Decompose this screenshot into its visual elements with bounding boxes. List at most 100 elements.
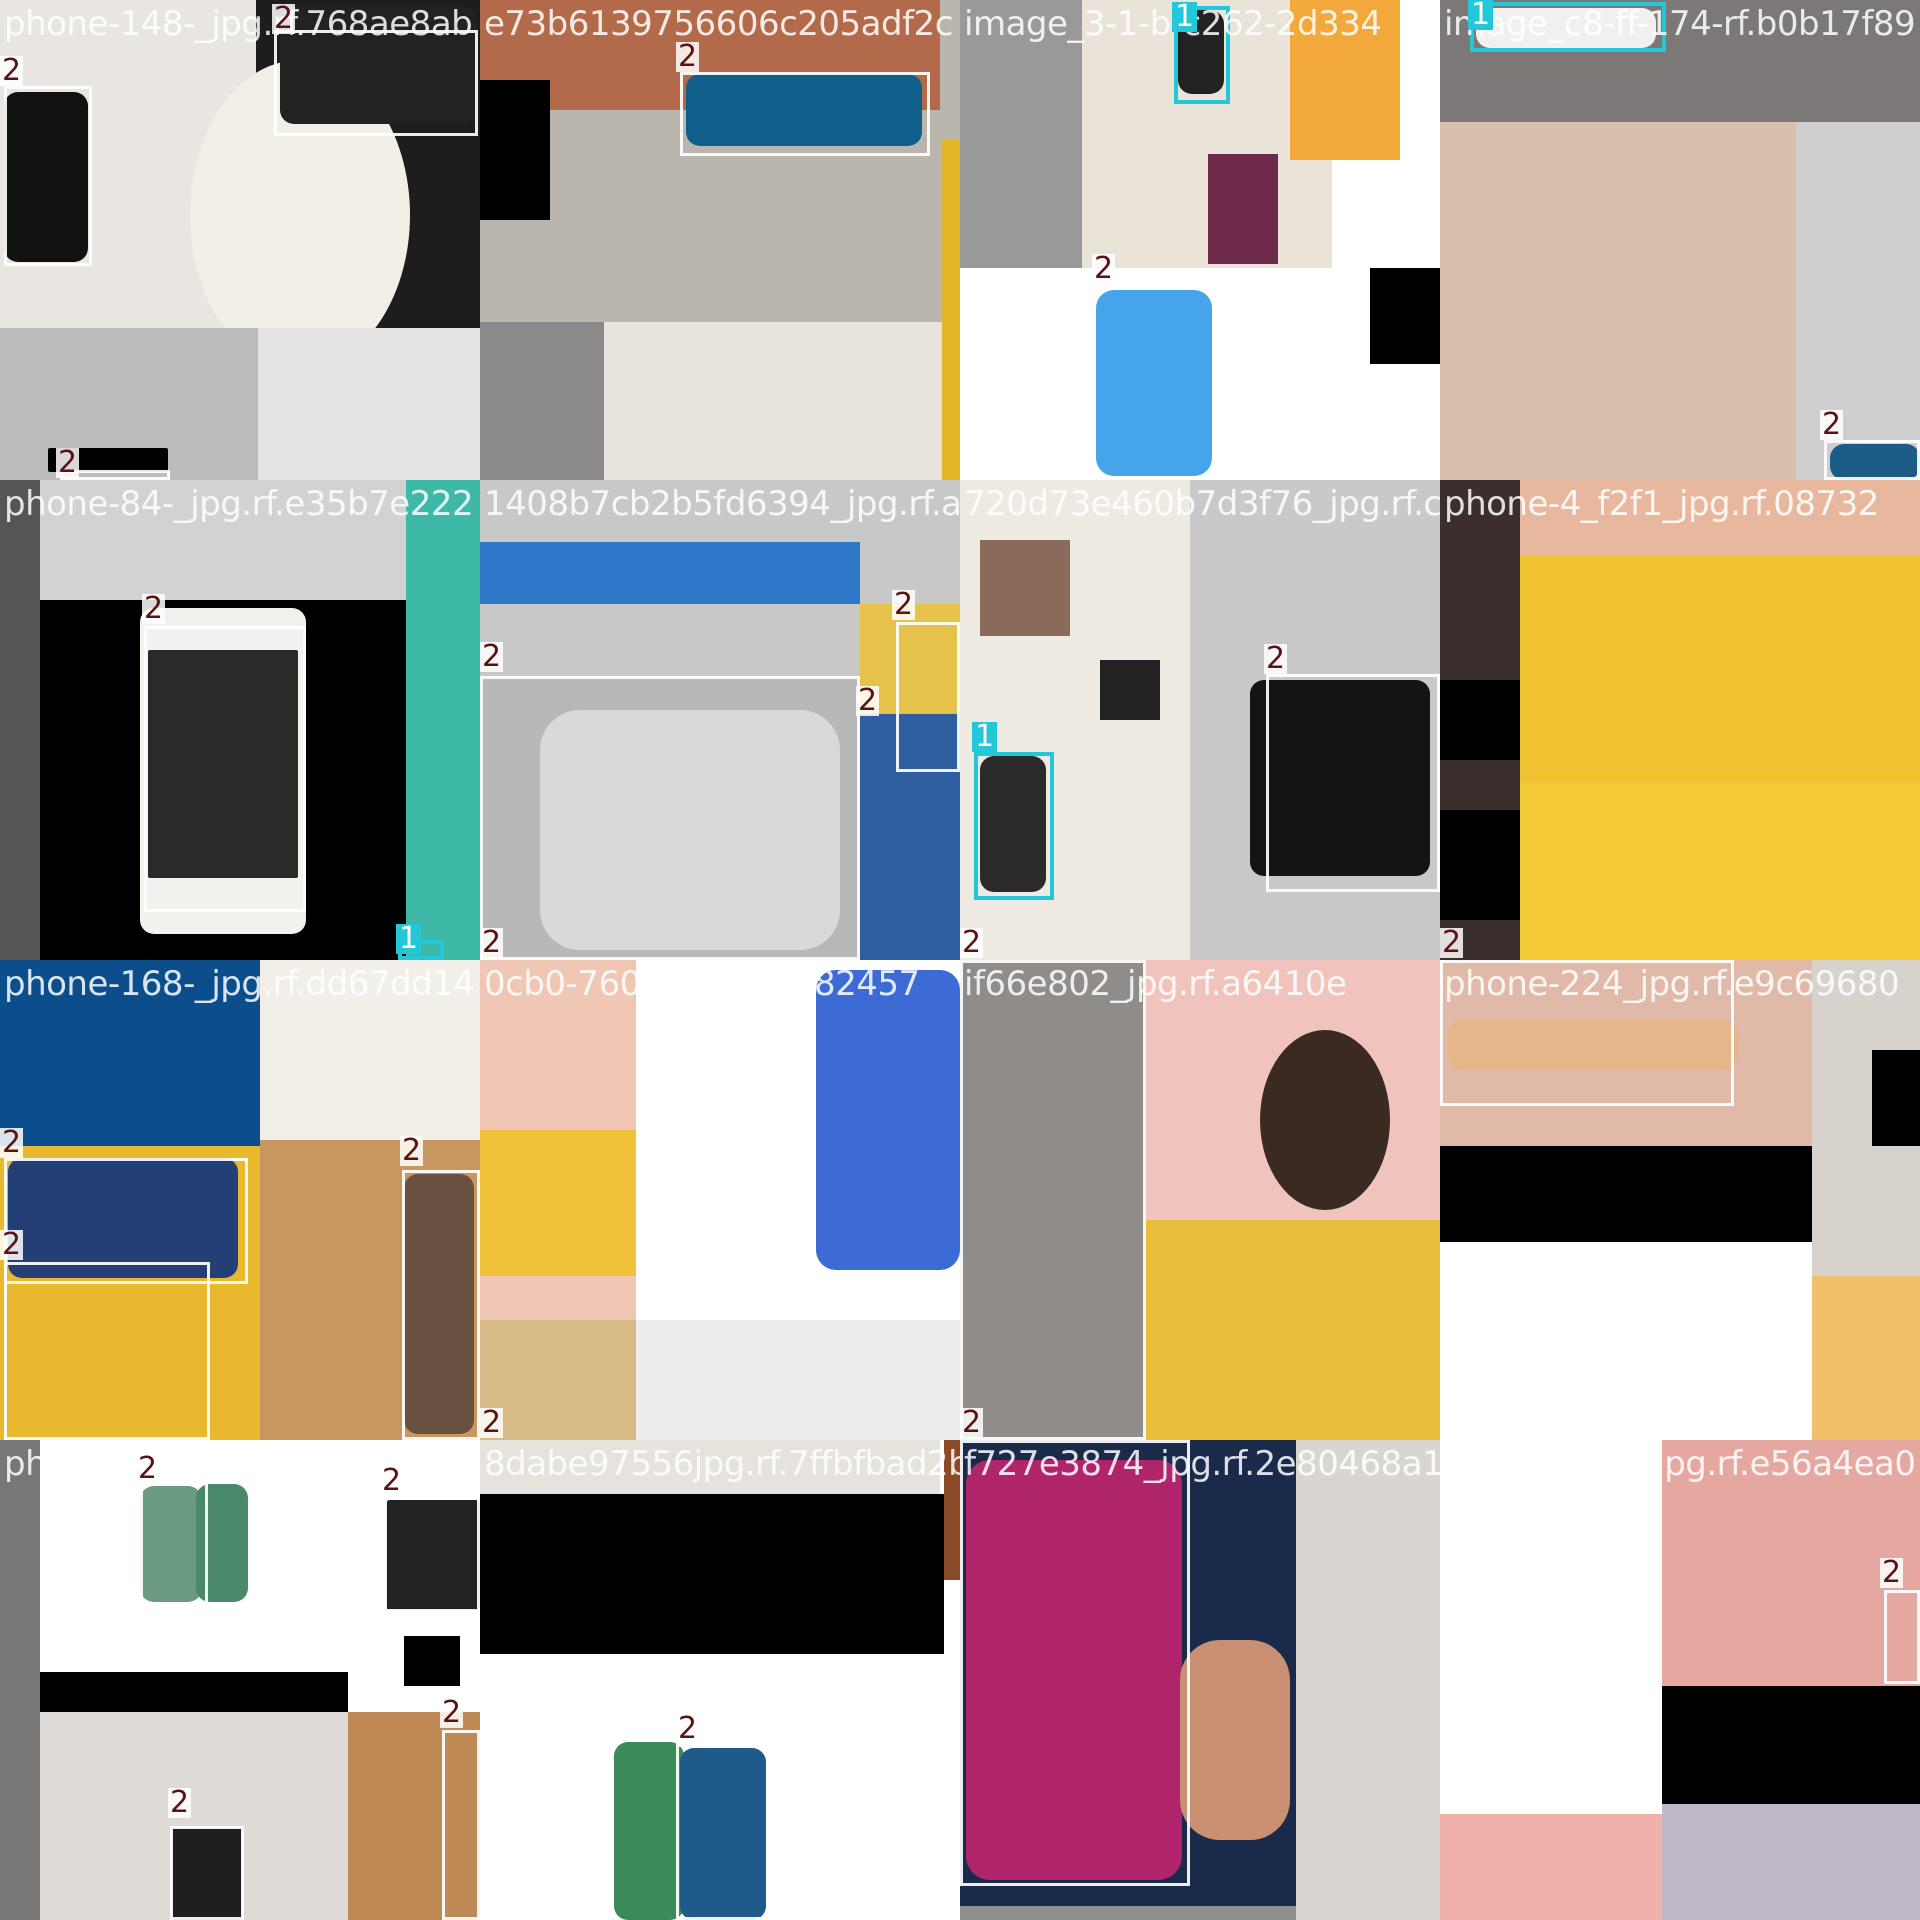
image-patch	[1812, 1276, 1920, 1440]
class-label: 2	[856, 683, 880, 718]
image-filename: phone-148-_jpg.rf.768ae8ab	[4, 4, 473, 44]
image-patch	[1872, 1050, 1920, 1146]
mosaic-tile: 2 if66e802_jpg.rf.a6410e	[960, 960, 1440, 1440]
image-patch	[1146, 1220, 1440, 1440]
image-patch	[604, 322, 942, 480]
image-patch	[1440, 1146, 1812, 1242]
class-label: 2	[1440, 925, 1464, 960]
image-patch	[1260, 1030, 1390, 1210]
class-label: 2	[0, 53, 24, 88]
image-filename: 0cb0-76007_jpg.rf.a82457	[484, 964, 920, 1004]
class-label: 2	[960, 925, 984, 960]
image-patch	[960, 1906, 1296, 1920]
bounding-box	[960, 1440, 1190, 1886]
image-patch	[406, 480, 480, 960]
image-patch	[1440, 680, 1520, 760]
image-filename: f727e3874_jpg.rf.2e80468a1	[964, 1444, 1440, 1484]
bounding-box	[4, 86, 92, 266]
bounding-box	[140, 1482, 208, 1606]
image-patch	[636, 1320, 960, 1440]
image-patch	[1662, 1804, 1920, 1920]
bounding-box	[676, 1744, 770, 1920]
class-label: 2	[1092, 251, 1116, 286]
mosaic-tile: f727e3874_jpg.rf.2e80468a1	[960, 1440, 1440, 1920]
class-label: 2	[136, 1451, 160, 1486]
image-patch	[1796, 122, 1920, 480]
bounding-box	[974, 752, 1054, 900]
mosaic-tile: 2 2 2 2 phone-128-_jpg.rf.176-b4ea	[0, 1440, 480, 1920]
mosaic-tile: 2 phone-4_f2f1_jpg.rf.08732	[1440, 480, 1920, 960]
class-label: 2	[142, 591, 166, 626]
image-filename: 720d73e460b7d3f76_jpg.rf.c842a	[964, 484, 1440, 524]
phone-object	[614, 1742, 684, 1920]
phone-object	[816, 970, 960, 1270]
image-patch	[1440, 122, 1796, 480]
image-patch	[480, 322, 604, 480]
phone-object	[1096, 290, 1212, 476]
bounding-box	[1884, 1590, 1920, 1684]
class-label: 1	[396, 924, 422, 954]
image-filename: e73b6139756606c205adf2c	[484, 4, 953, 44]
image-patch	[1370, 268, 1440, 364]
bounding-box	[144, 626, 306, 912]
class-label: 2	[960, 1405, 984, 1440]
image-patch	[1520, 784, 1920, 960]
phone-object	[1180, 1640, 1290, 1840]
class-label: 2	[168, 1785, 192, 1820]
class-label: 2	[272, 1, 296, 36]
image-patch	[1296, 1440, 1440, 1920]
class-label: 2	[1880, 1555, 1904, 1590]
image-patch	[480, 80, 550, 220]
bounding-box	[402, 1170, 480, 1440]
mosaic-tile: 2 2 2 phone-148-_jpg.rf.768ae8ab	[0, 0, 480, 480]
mosaic-tile: 2 0cb0-76007_jpg.rf.a82457	[480, 960, 960, 1440]
mosaic-tile: 2 8dabe97556jpg.rf.7ffbfbad2b	[480, 1440, 960, 1920]
class-label: 2	[676, 39, 700, 74]
class-label: 2	[1264, 641, 1288, 676]
class-label: 2	[56, 445, 80, 480]
image-patch	[1440, 810, 1520, 920]
image-patch	[0, 480, 40, 960]
class-label: 2	[0, 1125, 24, 1160]
mosaic-tile: 1 2 image_c8-ff-174-rf.b0b17f89	[1440, 0, 1920, 480]
image-patch	[1662, 1686, 1920, 1804]
image-filename: 8dabe97556jpg.rf.7ffbfbad2b	[484, 1444, 960, 1484]
image-patch	[1100, 660, 1160, 720]
class-label: 2	[480, 639, 504, 674]
image-patch	[0, 1440, 40, 1920]
image-filename: 1408b7cb2b5fd6394_jpg.rf.a	[484, 484, 960, 524]
class-label: 2	[480, 1405, 504, 1440]
mosaic-tile: 2 1 2 720d73e460b7d3f76_jpg.rf.c842a	[960, 480, 1440, 960]
bounding-box	[170, 1826, 244, 1920]
mosaic-tile: 2 image_f768_jpg.rf.e56a4ea0	[1440, 1440, 1920, 1920]
class-label: 2	[1820, 407, 1844, 442]
class-label: 2	[0, 1227, 24, 1262]
mosaic-tile: 2 2 2 2 1408b7cb2b5fd6394_jpg.rf.a	[480, 480, 960, 960]
class-label: 2	[380, 1463, 404, 1498]
image-patch	[942, 140, 960, 480]
class-label: 2	[440, 1695, 464, 1730]
image-patch	[480, 1130, 636, 1276]
bounding-box	[680, 72, 930, 156]
class-label: 1	[972, 722, 998, 752]
image-patch	[980, 540, 1070, 636]
image-patch	[480, 542, 860, 604]
class-label: 2	[480, 925, 504, 960]
class-label: 2	[400, 1133, 424, 1168]
image-filename: if66e802_jpg.rf.a6410e	[964, 964, 1347, 1004]
image-patch	[480, 1494, 944, 1654]
image-filename: image_c8-ff-174-rf.b0b17f89	[1444, 4, 1916, 44]
class-label: 1	[1172, 2, 1198, 32]
image-patch	[480, 1320, 636, 1440]
image-patch	[40, 1672, 348, 1712]
image-patch	[1208, 154, 1278, 264]
bounding-box	[274, 30, 478, 136]
bounding-box	[4, 1262, 210, 1440]
image-filename: image_f768_jpg.rf.e56a4ea0	[1444, 1444, 1916, 1484]
mosaic-tile: 2 1 phone-84-_jpg.rf.e35b7e222	[0, 480, 480, 960]
mosaic-tile: phone-224_jpg.rf.e9c69680	[1440, 960, 1920, 1440]
class-label: 2	[892, 587, 916, 622]
mosaic-tile: 2 e73b6139756606c205adf2c	[480, 0, 960, 480]
image-patch	[1440, 1814, 1662, 1920]
bounding-box	[442, 1730, 480, 1920]
